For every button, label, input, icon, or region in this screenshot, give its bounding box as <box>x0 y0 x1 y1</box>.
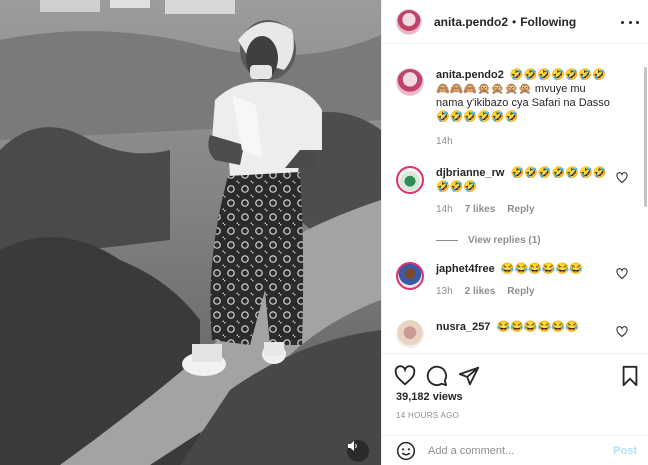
separator-dot: • <box>512 14 517 29</box>
comment-item: djbrianne_rw 🤣🤣🤣🤣🤣🤣🤣🤣🤣🤣 14h 7 likes Repl… <box>396 166 636 215</box>
view-replies-label: View replies (1) <box>468 235 541 246</box>
reply-button[interactable]: Reply <box>507 204 534 215</box>
comment-time[interactable]: 13h <box>436 286 453 297</box>
share-icon[interactable] <box>458 365 480 387</box>
comment-input[interactable] <box>428 444 598 457</box>
avatar[interactable] <box>396 262 424 290</box>
comment-time[interactable]: 14h <box>436 204 453 215</box>
avatar[interactable] <box>396 320 424 348</box>
post-video[interactable] <box>0 0 381 465</box>
avatar[interactable] <box>396 68 424 96</box>
comment-icon[interactable] <box>426 365 448 387</box>
avatar[interactable] <box>396 166 424 194</box>
comment-likes[interactable]: 7 likes <box>465 204 496 215</box>
heart-icon[interactable] <box>394 365 416 387</box>
heart-icon[interactable] <box>616 268 628 280</box>
video-frame <box>0 0 381 465</box>
view-count[interactable]: 39,182 views <box>396 391 463 403</box>
post-dialog: anita.pendo2 • Following anita.pendo2 🤣🤣… <box>0 0 648 465</box>
view-replies-button[interactable]: View replies (1) <box>436 235 541 246</box>
post-panel: anita.pendo2 • Following anita.pendo2 🤣🤣… <box>381 0 648 465</box>
divider-line <box>436 240 458 241</box>
comments-list: anita.pendo2 🤣🤣🤣🤣🤣🤣🤣 🙈🙈🙈🙊🙊🙊🙊 mvuye mu na… <box>382 45 644 352</box>
comments-scrollbar[interactable] <box>643 45 648 352</box>
more-icon[interactable] <box>621 13 639 31</box>
comment-username[interactable]: nusra_257 <box>436 321 490 333</box>
caption-username[interactable]: anita.pendo2 <box>436 69 504 81</box>
sound-icon <box>348 441 357 451</box>
heart-icon[interactable] <box>616 172 628 184</box>
sound-toggle[interactable] <box>347 440 369 462</box>
post-header: anita.pendo2 • Following <box>382 0 648 44</box>
comment-likes[interactable]: 2 likes <box>465 286 496 297</box>
caption-time[interactable]: 14h <box>436 136 453 147</box>
avatar[interactable] <box>396 8 422 35</box>
comment-username[interactable]: djbrianne_rw <box>436 167 504 179</box>
scrollbar-thumb[interactable] <box>644 67 647 207</box>
comment-username[interactable]: japhet4free <box>436 263 495 275</box>
save-icon[interactable] <box>619 365 641 387</box>
comment-text: 😂😂😂😂😂😂 <box>500 263 583 275</box>
post-actions: 39,182 views 14 HOURS AGO <box>382 353 648 435</box>
follow-status-button[interactable]: Following <box>520 15 576 29</box>
add-comment-bar: Post <box>382 435 648 465</box>
caption: anita.pendo2 🤣🤣🤣🤣🤣🤣🤣 🙈🙈🙈🙊🙊🙊🙊 mvuye mu na… <box>396 68 636 147</box>
post-username[interactable]: anita.pendo2 <box>434 15 508 29</box>
heart-icon[interactable] <box>616 326 628 338</box>
comment-text: 😂😂😂😂😂😂 <box>496 321 579 333</box>
emoji-icon[interactable] <box>396 441 416 461</box>
post-timestamp[interactable]: 14 HOURS AGO <box>396 411 459 420</box>
post-comment-button[interactable]: Post <box>613 445 637 457</box>
reply-button[interactable]: Reply <box>507 286 534 297</box>
comment-item: nusra_257 😂😂😂😂😂😂 <box>396 320 636 348</box>
comment-item: japhet4free 😂😂😂😂😂😂 13h 2 likes Reply <box>396 262 636 297</box>
